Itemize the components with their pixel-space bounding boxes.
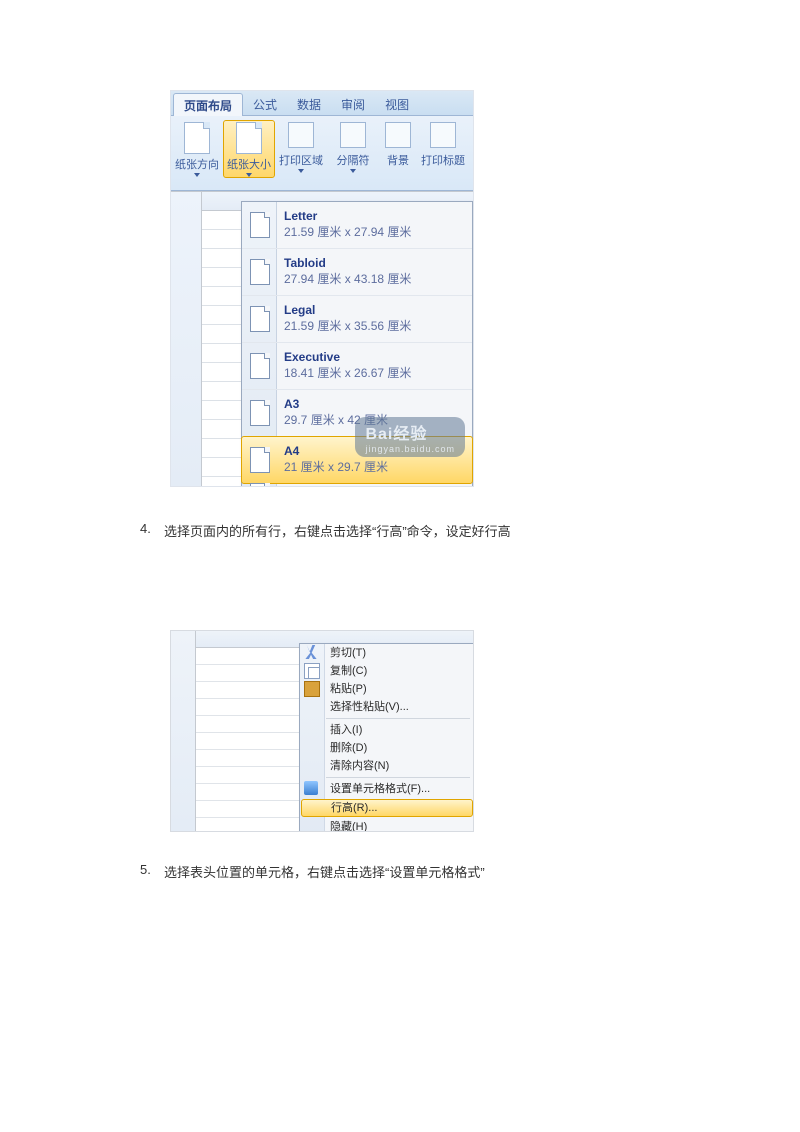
ribbon-tabs: 页面布局 公式 数据 审阅 视图	[171, 91, 473, 116]
menu-format-cells[interactable]: 设置单元格格式(F)...	[300, 780, 474, 798]
menu-paste[interactable]: 粘贴(P)	[300, 680, 474, 698]
page-icon	[250, 483, 270, 487]
label: 分隔符	[337, 152, 370, 168]
step-number: 4.	[140, 521, 164, 540]
paper-size-menu: Letter 21.59 厘米 x 27.94 厘米 Tabloid 27.94…	[241, 201, 473, 487]
page-icon	[250, 353, 270, 379]
step-text: 选择页面内的所有行，右键点击选择“行高”命令，设定好行高	[164, 521, 511, 540]
print-titles-icon	[430, 122, 456, 148]
label: 隐藏(H)	[330, 821, 367, 832]
label: 剪切(T)	[330, 647, 366, 659]
ribbon-paper-size[interactable]: 纸张大小	[223, 120, 275, 178]
paper-letter[interactable]: Letter 21.59 厘米 x 27.94 厘米	[242, 202, 472, 249]
label: 纸张方向	[175, 156, 219, 172]
breaks-icon	[340, 122, 366, 148]
page-icon	[250, 259, 270, 285]
paper-dim: 29.7 厘米 x 42 厘米	[284, 413, 388, 427]
page-icon	[250, 212, 270, 238]
menu-hide[interactable]: 隐藏(H)	[300, 818, 474, 832]
screenshot-context-menu: 剪切(T) 复制(C) 粘贴(P) 选择性粘贴(V)... 插入(I)	[170, 630, 474, 832]
label: 插入(I)	[330, 724, 362, 736]
context-menu: 剪切(T) 复制(C) 粘贴(P) 选择性粘贴(V)... 插入(I)	[299, 643, 474, 832]
cut-icon	[304, 645, 318, 659]
step-4: 4. 选择页面内的所有行，右键点击选择“行高”命令，设定好行高	[140, 521, 660, 540]
paper-name: Letter	[284, 210, 411, 223]
paper-dim: 18.41 厘米 x 26.67 厘米	[284, 366, 411, 380]
paste-icon	[304, 681, 320, 697]
page-icon	[250, 400, 270, 426]
label: 粘贴(P)	[330, 683, 367, 695]
page-icon	[250, 306, 270, 332]
tab-page-layout[interactable]: 页面布局	[173, 93, 243, 116]
paper-dim: 27.94 厘米 x 43.18 厘米	[284, 272, 411, 286]
label: 行高(R)...	[331, 802, 377, 814]
page-icon	[250, 447, 270, 473]
menu-row-height[interactable]: 行高(R)...	[301, 799, 473, 817]
paper-name: Tabloid	[284, 257, 411, 270]
paper-executive[interactable]: Executive 18.41 厘米 x 26.67 厘米	[242, 343, 472, 390]
paper-name: Legal	[284, 304, 411, 317]
label: 打印区域	[279, 152, 323, 168]
label: 清除内容(N)	[330, 760, 389, 772]
menu-clear[interactable]: 清除内容(N)	[300, 757, 474, 775]
ribbon-background[interactable]: 背景	[379, 120, 417, 168]
step-number: 5.	[140, 862, 164, 881]
label: 打印标题	[421, 152, 465, 168]
label: 背景	[387, 152, 409, 168]
format-icon	[304, 781, 318, 795]
paper-a3[interactable]: A3 29.7 厘米 x 42 厘米	[242, 390, 472, 437]
chevron-down-icon	[246, 173, 253, 177]
paper-name: A3	[284, 398, 388, 411]
tab-data[interactable]: 数据	[287, 93, 331, 115]
paper-name: A4	[284, 445, 388, 458]
menu-delete[interactable]: 删除(D)	[300, 739, 474, 757]
chevron-down-icon	[194, 173, 201, 177]
page-icon	[184, 122, 210, 154]
page-icon	[236, 122, 262, 154]
tab-formulas[interactable]: 公式	[243, 93, 287, 115]
menu-copy[interactable]: 复制(C)	[300, 662, 474, 680]
copy-icon	[304, 663, 320, 679]
paper-name: Executive	[284, 351, 411, 364]
label: 设置单元格格式(F)...	[330, 783, 430, 795]
chevron-down-icon	[350, 169, 357, 173]
paper-dim: 21.59 厘米 x 27.94 厘米	[284, 225, 411, 239]
paper-a4[interactable]: A4 21 厘米 x 29.7 厘米	[241, 436, 473, 484]
ribbon-print-area[interactable]: 打印区域	[275, 120, 327, 173]
paper-legal[interactable]: Legal 21.59 厘米 x 35.56 厘米	[242, 296, 472, 343]
print-area-icon	[288, 122, 314, 148]
label: 删除(D)	[330, 742, 367, 754]
step-text: 选择表头位置的单元格，右键点击选择“设置单元格格式”	[164, 862, 485, 881]
ribbon-breaks[interactable]: 分隔符	[327, 120, 379, 173]
tab-view[interactable]: 视图	[375, 93, 419, 115]
ribbon: 纸张方向 纸张大小 打印区域 分隔符	[171, 116, 473, 191]
ribbon-margins[interactable]: 纸张方向	[171, 120, 223, 177]
background-icon	[385, 122, 411, 148]
chevron-down-icon	[298, 169, 305, 173]
menu-cut[interactable]: 剪切(T)	[300, 644, 474, 662]
label: 纸张大小	[227, 156, 271, 172]
paper-dim: 21 厘米 x 29.7 厘米	[284, 460, 388, 474]
menu-paste-special[interactable]: 选择性粘贴(V)...	[300, 698, 474, 716]
step-5: 5. 选择表头位置的单元格，右键点击选择“设置单元格格式”	[140, 862, 660, 881]
menu-insert[interactable]: 插入(I)	[300, 721, 474, 739]
paper-dim: 21.59 厘米 x 35.56 厘米	[284, 319, 411, 333]
paper-tabloid[interactable]: Tabloid 27.94 厘米 x 43.18 厘米	[242, 249, 472, 296]
label: 复制(C)	[330, 665, 367, 677]
paper-a5[interactable]: A5	[242, 483, 472, 487]
screenshot-paper-size: 页面布局 公式 数据 审阅 视图 纸张方向 纸张大小	[170, 90, 474, 487]
tab-review[interactable]: 审阅	[331, 93, 375, 115]
label: 选择性粘贴(V)...	[330, 701, 409, 713]
ribbon-print-titles[interactable]: 打印标题	[417, 120, 469, 168]
